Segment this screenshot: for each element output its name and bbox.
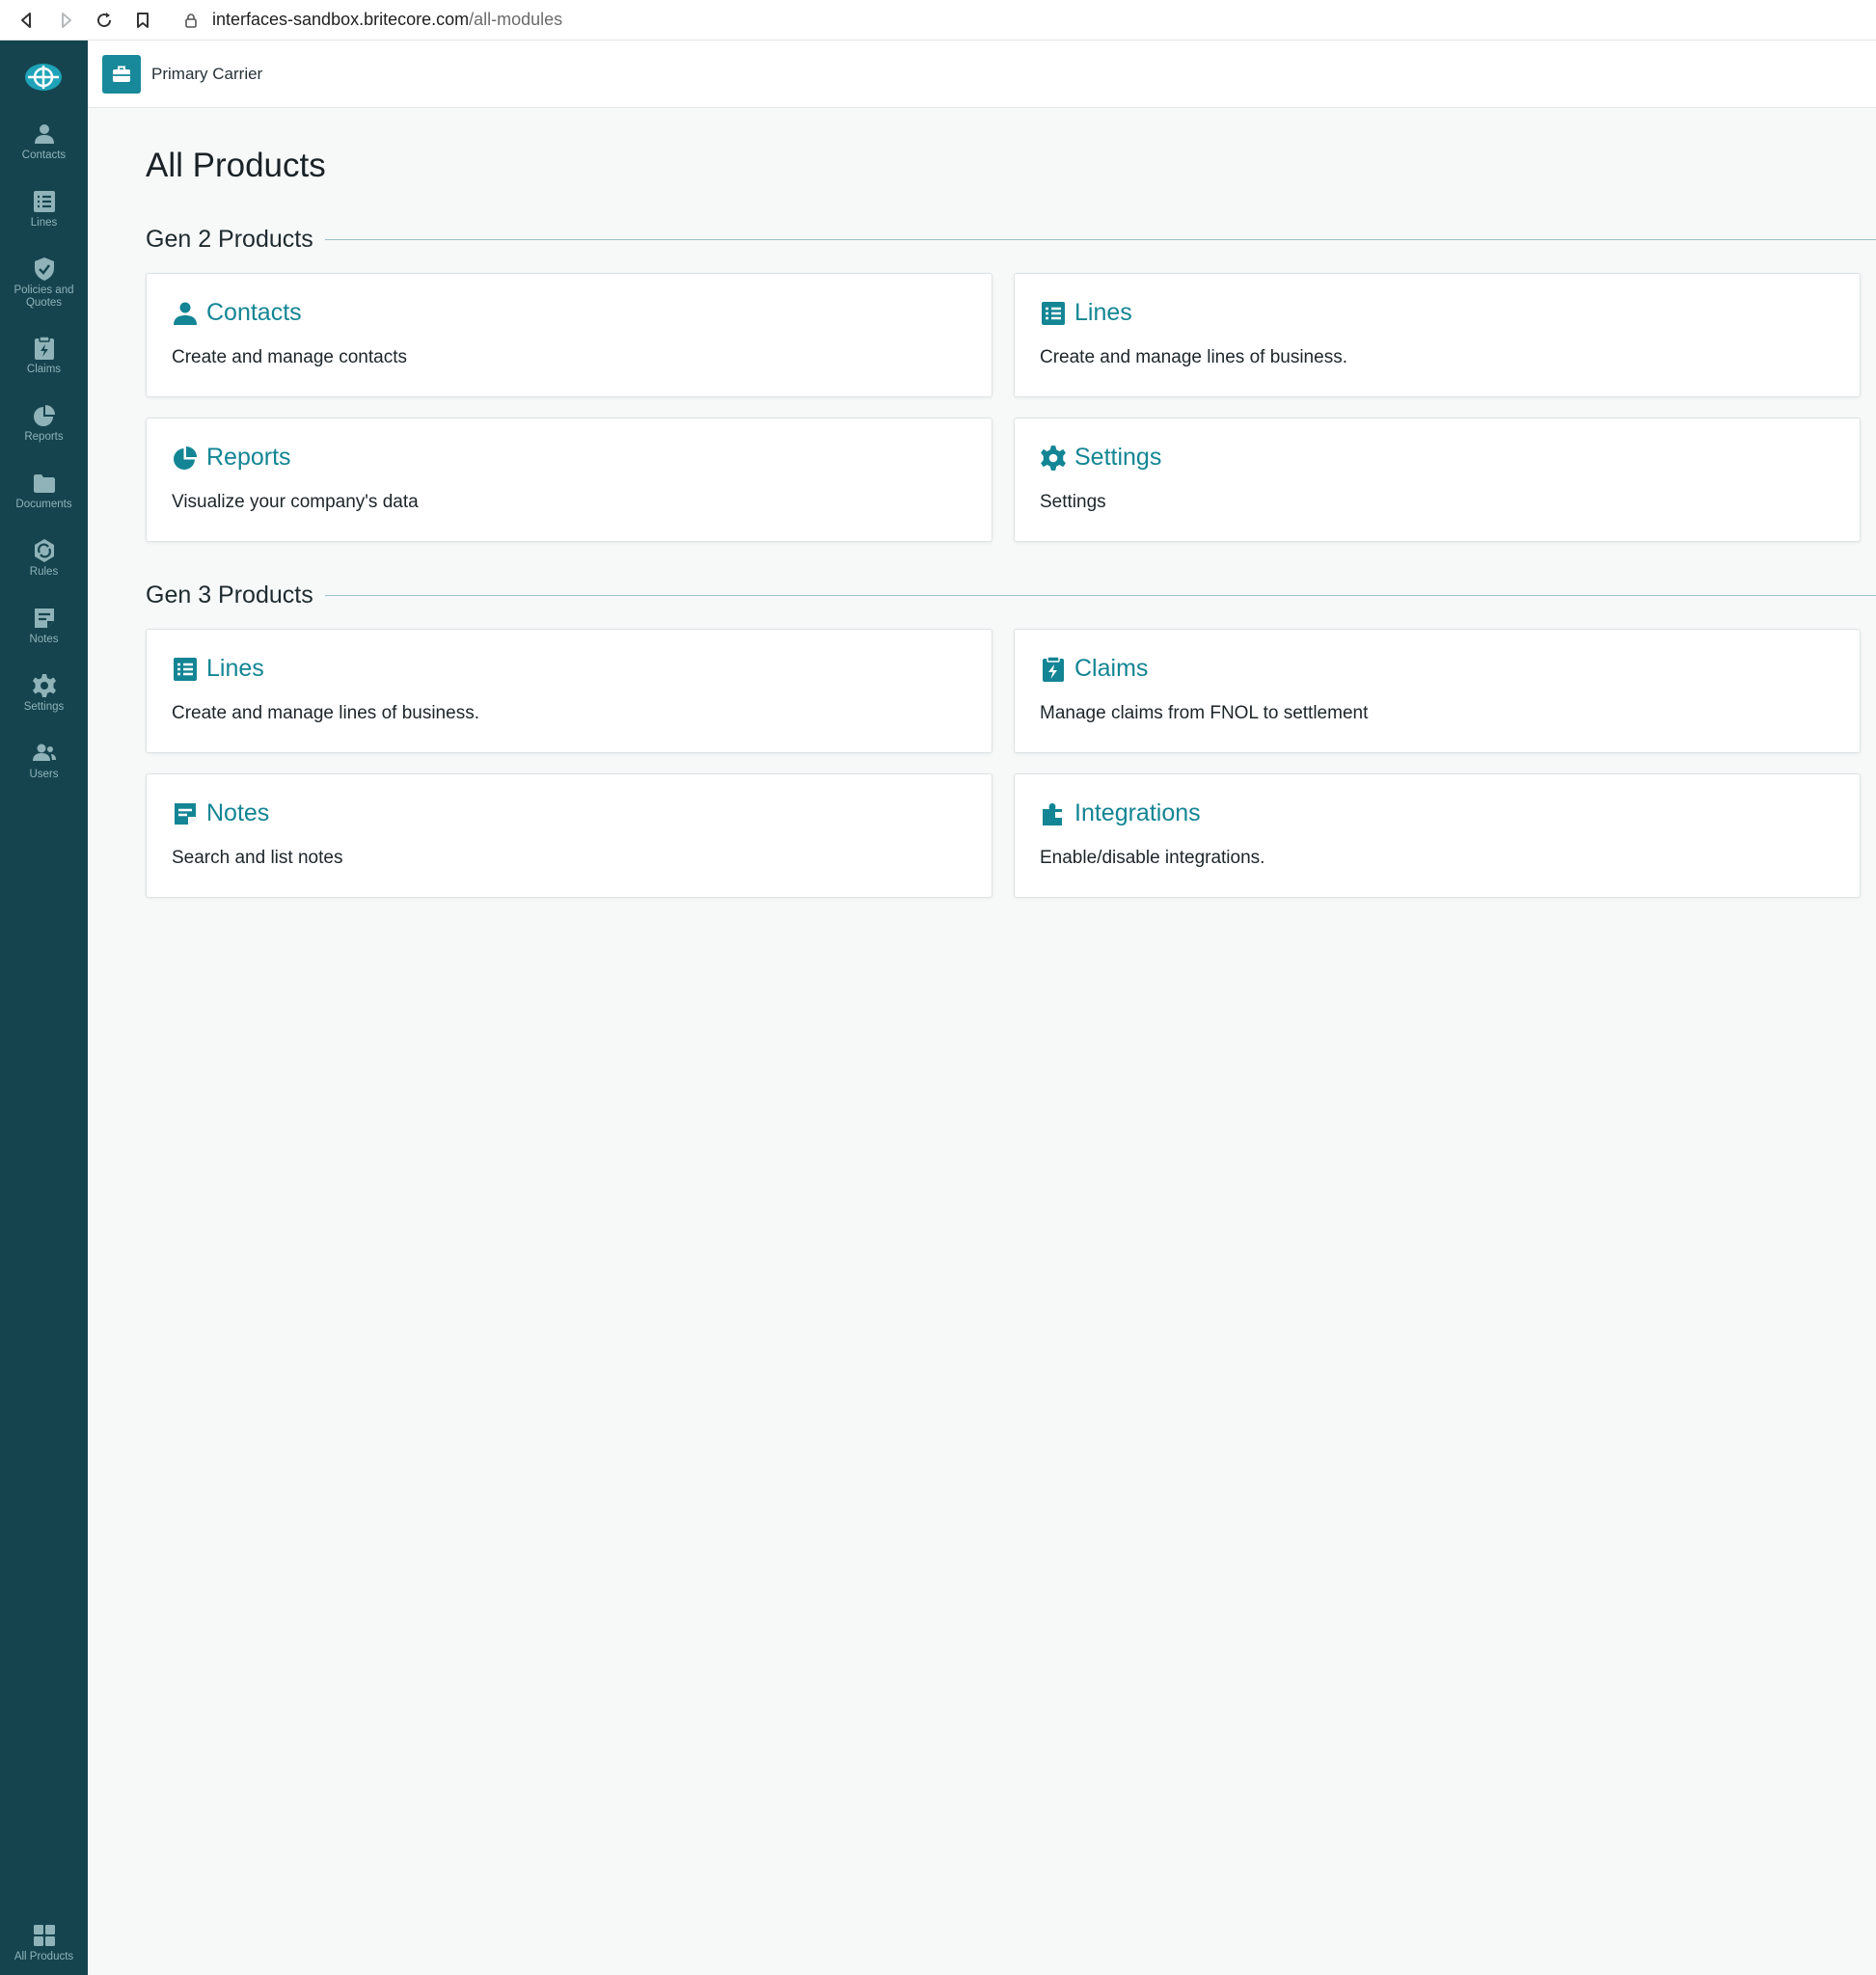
sidebar-item-settings[interactable]: Settings xyxy=(0,673,88,714)
lock-icon xyxy=(185,13,197,28)
product-card-notes[interactable]: Notes Search and list notes xyxy=(146,773,992,898)
section-gen3-header: Gen 3 Products xyxy=(146,582,1876,609)
sidebar-item-claims[interactable]: Claims xyxy=(0,336,88,376)
section-gen2-header: Gen 2 Products xyxy=(146,226,1876,254)
card-description: Visualize your company's data xyxy=(172,492,419,512)
gear-icon xyxy=(32,674,56,697)
card-title: Lines xyxy=(206,655,264,682)
sidebar-item-rules[interactable]: Rules xyxy=(0,538,88,579)
card-title: Lines xyxy=(1074,299,1132,326)
card-title: Notes xyxy=(206,799,270,826)
forward-button[interactable] xyxy=(46,0,85,41)
card-description: Search and list notes xyxy=(172,848,343,868)
users-icon xyxy=(32,744,56,761)
card-description: Settings xyxy=(1040,492,1106,512)
product-card-contacts[interactable]: Contacts Create and manage contacts xyxy=(146,273,992,397)
sidebar-item-label: Rules xyxy=(29,566,59,578)
list-icon xyxy=(174,657,197,681)
sidebar-item-label: Contacts xyxy=(21,149,67,161)
list-icon xyxy=(1042,301,1065,325)
section-divider xyxy=(324,595,1876,596)
sidebar-item-label: Lines xyxy=(30,217,58,229)
list-icon xyxy=(33,191,55,212)
url-host: interfaces-sandbox.britecore.com xyxy=(212,10,470,29)
top-header: Primary Carrier xyxy=(88,41,1876,108)
forward-icon xyxy=(62,12,71,28)
sidebar-item-contacts[interactable]: Contacts xyxy=(0,122,88,162)
product-card-lines-gen2[interactable]: Lines Create and manage lines of busines… xyxy=(1014,273,1861,397)
section-title: Gen 3 Products xyxy=(146,582,313,609)
gear-icon xyxy=(1041,445,1066,471)
pie-chart-icon xyxy=(33,405,55,426)
url-path: /all-modules xyxy=(469,10,563,29)
product-card-reports[interactable]: Reports Visualize your company's data xyxy=(146,418,992,542)
card-description: Enable/disable integrations. xyxy=(1040,848,1265,868)
reload-button[interactable] xyxy=(85,0,123,41)
sidebar-item-label: Documents xyxy=(15,499,72,510)
sidebar: Contacts Lines Policies and Quotes Claim… xyxy=(0,41,88,1975)
clipboard-bolt-icon xyxy=(1043,655,1064,682)
rules-icon xyxy=(34,539,54,562)
card-title: Settings xyxy=(1074,444,1162,471)
card-title: Claims xyxy=(1074,655,1149,682)
sidebar-item-label: Claims xyxy=(26,364,62,375)
browser-toolbar: interfaces-sandbox.britecore.com/all-mod… xyxy=(0,0,1876,41)
sidebar-item-notes[interactable]: Notes xyxy=(0,606,88,646)
note-icon xyxy=(34,609,54,628)
card-description: Create and manage contacts xyxy=(172,347,407,367)
sidebar-item-label: Reports xyxy=(24,431,64,443)
card-description: Create and manage lines of business. xyxy=(172,703,479,723)
card-title: Integrations xyxy=(1074,799,1201,826)
grid-icon xyxy=(33,1925,55,1946)
card-description: Manage claims from FNOL to settlement xyxy=(1040,703,1369,723)
puzzle-icon xyxy=(1043,802,1062,825)
shield-check-icon xyxy=(34,257,54,281)
sidebar-item-label: Notes xyxy=(29,634,59,645)
card-title: Contacts xyxy=(206,299,302,326)
section-divider xyxy=(324,239,1876,240)
product-card-lines-gen3[interactable]: Lines Create and manage lines of busines… xyxy=(146,629,992,753)
note-icon xyxy=(175,802,196,825)
product-card-claims[interactable]: Claims Manage claims from FNOL to settle… xyxy=(1014,629,1861,753)
sidebar-item-reports[interactable]: Reports xyxy=(0,403,88,444)
sidebar-item-label: All Products xyxy=(14,1951,74,1962)
pie-chart-icon xyxy=(174,446,197,470)
carrier-badge[interactable] xyxy=(102,54,141,94)
product-card-settings[interactable]: Settings Settings xyxy=(1014,418,1861,542)
reload-icon xyxy=(97,12,112,27)
sidebar-item-lines[interactable]: Lines xyxy=(0,189,88,230)
back-icon xyxy=(21,12,31,28)
clipboard-bolt-icon xyxy=(34,336,54,360)
folder-icon xyxy=(33,474,55,493)
product-card-integrations[interactable]: Integrations Enable/disable integrations… xyxy=(1014,773,1861,898)
sidebar-item-users[interactable]: Users xyxy=(0,741,88,781)
card-title: Reports xyxy=(206,444,291,471)
sidebar-item-policies-and-quotes[interactable]: Policies and Quotes xyxy=(0,257,88,310)
bookmark-button[interactable] xyxy=(123,0,162,41)
briefcase-icon xyxy=(113,66,130,82)
sidebar-item-label: Policies and Quotes xyxy=(14,284,74,309)
sidebar-item-all-products[interactable]: All Products xyxy=(0,1923,88,1963)
britecore-logo-icon[interactable] xyxy=(24,58,63,96)
sidebar-item-label: Settings xyxy=(23,701,65,713)
person-icon xyxy=(34,124,54,144)
person-icon xyxy=(174,302,197,325)
address-bar[interactable]: interfaces-sandbox.britecore.com/all-mod… xyxy=(183,0,562,41)
card-description: Create and manage lines of business. xyxy=(1040,347,1347,367)
page-title: All Products xyxy=(146,147,326,184)
bookmark-icon xyxy=(137,12,149,28)
sidebar-item-documents[interactable]: Documents xyxy=(0,471,88,511)
section-title: Gen 2 Products xyxy=(146,226,313,253)
carrier-name[interactable]: Primary Carrier xyxy=(151,65,262,84)
sidebar-item-label: Users xyxy=(29,769,59,780)
back-button[interactable] xyxy=(8,0,46,41)
